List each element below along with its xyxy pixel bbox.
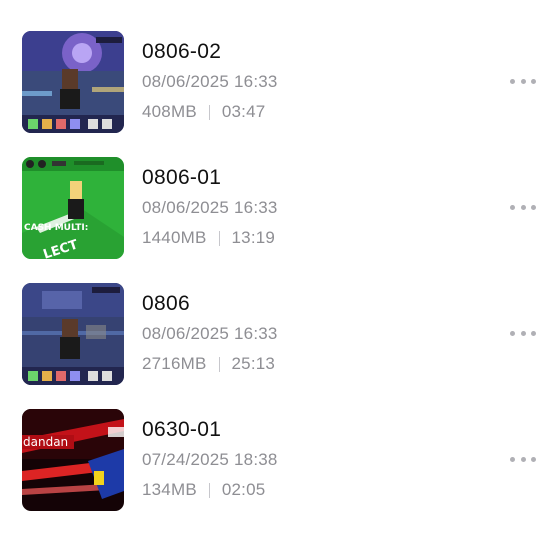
more-dot <box>510 204 515 210</box>
recording-title: 0806-01 <box>142 166 222 189</box>
list-item[interactable]: dandan 0630-01 07/24/2025 18:38 134MB 02… <box>0 406 560 532</box>
recording-duration: 13:19 <box>231 228 276 247</box>
more-dot <box>510 78 515 84</box>
video-thumbnail[interactable] <box>22 31 124 133</box>
game-recording-thumbnail: dandan <box>22 409 124 511</box>
meta-divider <box>208 104 210 120</box>
more-horizontal-icon[interactable] <box>510 202 536 212</box>
recording-duration: 25:13 <box>231 354 276 373</box>
recording-title: 0806 <box>142 292 190 315</box>
recording-size: 134MB <box>142 480 197 499</box>
recording-date: 08/06/2025 16:33 <box>142 72 278 91</box>
game-recording-thumbnail: CASH MULTI: LECT <box>22 157 124 259</box>
thumbnail-text: CASH MULTI: <box>24 223 88 233</box>
recordings-list: 0806-02 08/06/2025 16:33 408MB 03:47 CAS… <box>0 28 560 532</box>
recording-date: 08/06/2025 16:33 <box>142 198 278 217</box>
more-horizontal-icon[interactable] <box>510 328 536 338</box>
recording-date: 07/24/2025 18:38 <box>142 450 278 469</box>
recording-duration: 03:47 <box>221 102 266 121</box>
recording-meta: 134MB 02:05 <box>142 480 265 500</box>
recording-duration: 02:05 <box>221 480 266 499</box>
more-dot <box>531 78 536 84</box>
thumbnail-text: dandan <box>23 435 68 449</box>
recording-size: 2716MB <box>142 354 207 373</box>
more-dot <box>510 330 515 336</box>
more-dot <box>531 330 536 336</box>
more-dot <box>531 204 536 210</box>
list-item[interactable]: 0806-02 08/06/2025 16:33 408MB 03:47 <box>0 28 560 154</box>
game-recording-thumbnail <box>22 283 124 385</box>
recording-meta: 1440MB 13:19 <box>142 228 275 248</box>
video-thumbnail[interactable]: CASH MULTI: LECT <box>22 157 124 259</box>
recording-size: 408MB <box>142 102 197 121</box>
more-horizontal-icon[interactable] <box>510 76 536 86</box>
game-recording-thumbnail <box>22 31 124 133</box>
more-dot <box>520 204 526 210</box>
more-dot <box>520 456 526 462</box>
recording-title: 0806-02 <box>142 40 222 63</box>
meta-divider <box>218 356 220 372</box>
more-dot <box>531 456 536 462</box>
recording-size: 1440MB <box>142 228 207 247</box>
more-dot <box>520 330 526 336</box>
recordings-screen: 0806-02 08/06/2025 16:33 408MB 03:47 CAS… <box>0 0 560 560</box>
more-dot <box>510 456 515 462</box>
recording-meta: 408MB 03:47 <box>142 102 265 122</box>
more-horizontal-icon[interactable] <box>510 454 536 464</box>
recording-title: 0630-01 <box>142 418 222 441</box>
video-thumbnail[interactable]: dandan <box>22 409 124 511</box>
meta-divider <box>208 482 210 498</box>
video-thumbnail[interactable] <box>22 283 124 385</box>
meta-divider <box>218 230 220 246</box>
recording-date: 08/06/2025 16:33 <box>142 324 278 343</box>
more-dot <box>520 78 526 84</box>
recording-meta: 2716MB 25:13 <box>142 354 275 374</box>
list-item[interactable]: 0806 08/06/2025 16:33 2716MB 25:13 <box>0 280 560 406</box>
list-item[interactable]: CASH MULTI: LECT 0806-01 08/06/2025 16:3… <box>0 154 560 280</box>
